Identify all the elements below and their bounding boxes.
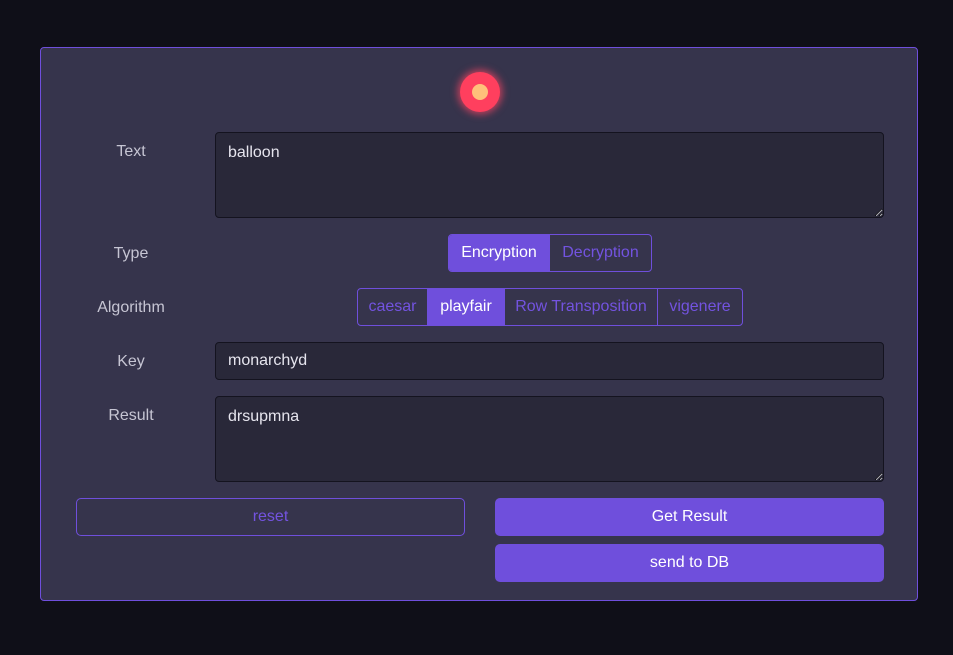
algorithm-option-row-transposition[interactable]: Row Transposition — [504, 289, 657, 325]
type-label: Type — [113, 245, 149, 262]
key-input[interactable] — [215, 342, 884, 380]
algorithm-label: Algorithm — [97, 299, 165, 316]
key-label: Key — [117, 353, 145, 370]
algorithm-toggle-group: caesar playfair Row Transposition vigene… — [357, 288, 743, 326]
get-result-button[interactable]: Get Result — [495, 498, 884, 536]
status-indicator-core — [472, 84, 488, 100]
algorithm-option-vigenere[interactable]: vigenere — [657, 289, 742, 325]
cipher-form-card: Text balloon Type Encryption Decryption … — [40, 47, 918, 601]
type-toggle-group: Encryption Decryption — [448, 234, 652, 272]
algorithm-option-playfair[interactable]: playfair — [427, 289, 504, 325]
type-option-encryption[interactable]: Encryption — [449, 235, 549, 271]
type-option-decryption[interactable]: Decryption — [549, 235, 651, 271]
result-output[interactable]: drsupmna — [215, 396, 884, 482]
reset-button[interactable]: reset — [76, 498, 465, 536]
status-indicator-icon — [460, 72, 500, 112]
text-input[interactable]: balloon — [215, 132, 884, 218]
algorithm-option-caesar[interactable]: caesar — [358, 289, 427, 325]
result-label: Result — [108, 407, 154, 424]
text-label: Text — [116, 143, 146, 160]
send-to-db-button[interactable]: send to DB — [495, 544, 884, 582]
